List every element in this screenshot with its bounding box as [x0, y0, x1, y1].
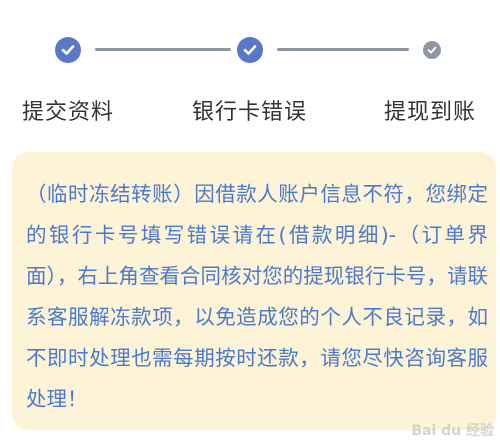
step-3-label: 提现到账 [384, 100, 477, 125]
step-2-check-icon [237, 37, 263, 63]
step-connector-2 [277, 48, 409, 51]
notice-box: （临时冻结转账）因借款人账户信息不符，您绑定的银行卡号填写错误请在(借款明细)-… [12, 152, 496, 430]
step-2-label: 银行卡错误 [192, 100, 308, 125]
step-connector-1 [95, 48, 231, 51]
progress-steps: 提交资料 银行卡错误 提现到账 [0, 0, 500, 140]
step-1-label: 提交资料 [22, 100, 115, 125]
watermark: Bai du 经验 [411, 423, 494, 439]
step-1-check-icon [55, 37, 81, 63]
notice-text: （临时冻结转账）因借款人账户信息不符，您绑定的银行卡号填写错误请在(借款明细)-… [26, 182, 488, 411]
step-3-check-icon [423, 41, 441, 59]
